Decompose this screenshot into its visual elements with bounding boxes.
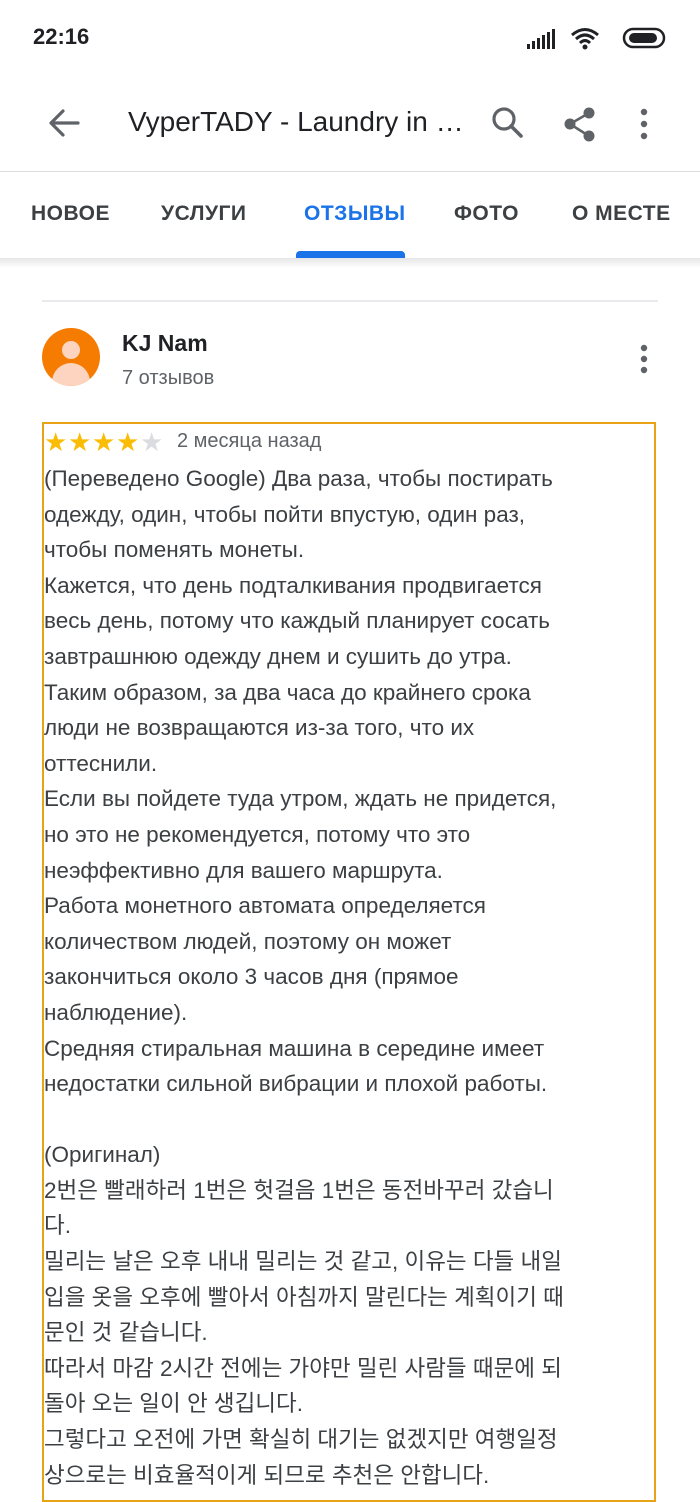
tab-new[interactable]: НОВОЕ xyxy=(31,202,110,226)
review-text-line: Таким образом, за два часа до крайнего с… xyxy=(44,679,531,705)
review-text-line: 입을 옷을 오후에 빨아서 아침까지 말린다는 계획이기 때 xyxy=(44,1284,564,1310)
tab-about[interactable]: О МЕСТЕ xyxy=(572,202,671,226)
review-text-line: 다. xyxy=(44,1213,71,1239)
page-title: VyperTADY - Laundry in P... xyxy=(128,106,473,137)
battery-icon xyxy=(622,27,666,49)
review-text-line: Если вы пойдете туда утром, ждать не при… xyxy=(44,786,557,812)
star-filled-icon: ★ xyxy=(44,427,68,457)
review-text-line: (Оригинал) xyxy=(44,1142,161,1168)
more-options-button[interactable] xyxy=(616,96,672,152)
review-text-line: закончиться около 3 часов дня (прямое xyxy=(44,964,459,990)
review-text-line: люди не возвращаются из-за того, что их xyxy=(44,715,475,741)
search-icon xyxy=(492,107,523,138)
review-text-line xyxy=(44,1102,654,1138)
review-text-line: чтобы поменять монеты. xyxy=(44,537,305,563)
share-icon xyxy=(564,107,595,142)
avatar-body xyxy=(52,363,90,386)
review-text-line: 따라서 마감 2시간 전에는 가야만 밀린 사람들 때문에 되 xyxy=(44,1355,562,1381)
tab-photos[interactable]: ФОТО xyxy=(454,202,519,226)
review-text-line: оттеснили. xyxy=(44,750,158,776)
review-text: (Переведено Google) Два раза, чтобы пост… xyxy=(44,461,654,1493)
review-text-line: 돌아 오는 일이 안 생깁니다. xyxy=(44,1391,303,1417)
reviewer-name[interactable]: KJ Nam xyxy=(122,330,208,357)
review-text-line: Средняя стиральная машина в середине име… xyxy=(44,1035,545,1061)
search-button[interactable] xyxy=(480,96,536,152)
more-vert-icon xyxy=(640,108,648,140)
review-text-line: весь день, потому что каждый планирует с… xyxy=(44,608,550,634)
star-filled-icon: ★ xyxy=(68,427,92,457)
review-text-line: неэффективно для вашего маршрута. xyxy=(44,857,443,883)
review-text-line: количеством людей, поэтому он может xyxy=(44,928,452,954)
signal-icon xyxy=(527,29,555,49)
back-button[interactable] xyxy=(36,96,92,152)
share-button[interactable] xyxy=(552,96,608,152)
star-filled-icon: ★ xyxy=(116,427,140,457)
app-bar: VyperTADY - Laundry in P... xyxy=(0,76,700,172)
section-divider xyxy=(42,300,658,302)
review-text-line: Кажется, что день подталкивания продвига… xyxy=(44,572,542,598)
tabs-shadow xyxy=(0,258,700,268)
review-body: ★ ★ ★ ★ ★ 2 месяца назад (Переведено Google)… xyxy=(42,422,656,1502)
star-empty-icon: ★ xyxy=(140,427,164,457)
star-filled-icon: ★ xyxy=(92,427,116,457)
active-tab-indicator xyxy=(296,251,405,258)
review-text-line: недостатки сильной вибрации и плохой раб… xyxy=(44,1071,548,1097)
review-text-line: 문인 것 같습니다. xyxy=(44,1320,208,1346)
review-text-line: Работа монетного автомата определяется xyxy=(44,893,486,919)
tab-services[interactable]: УСЛУГИ xyxy=(161,202,247,226)
avatar[interactable] xyxy=(42,328,100,386)
status-bar: 22:16 xyxy=(0,0,700,76)
review-text-line: одежду, один, чтобы пойти впустую, один … xyxy=(44,501,526,527)
review-text-line: 상으로는 비효율적이게 되므로 추천은 안합니다. xyxy=(44,1462,490,1488)
review-text-line: 그렇다고 오전에 가면 확실히 대기는 없겠지만 여행일정 xyxy=(44,1427,558,1453)
review-text-line: 2번은 빨래하러 1번은 헛걸음 1번은 동전바꾸러 갔습니 xyxy=(44,1177,554,1203)
review-more-button[interactable] xyxy=(626,340,662,380)
avatar-head xyxy=(62,341,80,359)
tab-reviews[interactable]: ОТЗЫВЫ xyxy=(304,202,406,226)
more-vert-icon xyxy=(640,344,648,374)
review-text-line: наблюдение). xyxy=(44,999,188,1025)
review-text-line: завтрашнюю одежду днем и сушить до утра. xyxy=(44,643,512,669)
review-text-line: (Переведено Google) Два раза, чтобы пост… xyxy=(44,466,553,491)
review-date: 2 месяца назад xyxy=(177,430,322,452)
review-text-line: но это не рекомендуется, потому что это xyxy=(44,821,471,847)
review-text-line: 밀리는 날은 오후 내내 밀리는 것 같고, 이유는 다들 내일 xyxy=(44,1249,562,1275)
status-time: 22:16 xyxy=(33,24,90,49)
wifi-icon xyxy=(571,28,599,50)
tab-bar: НОВОЕ УСЛУГИ ОТЗЫВЫ ФОТО О МЕСТЕ xyxy=(0,172,700,258)
back-arrow-icon xyxy=(49,109,80,137)
reviewer-review-count: 7 отзывов xyxy=(122,367,215,389)
